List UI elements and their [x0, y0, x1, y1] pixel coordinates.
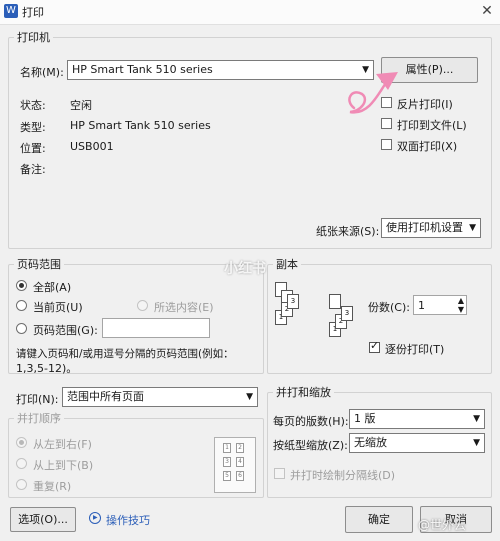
watermark-corner: @世外云 — [418, 518, 467, 532]
printer-name-label: 名称(M): — [20, 66, 64, 79]
copies-count-input[interactable]: 1 ▲ ▼ — [413, 295, 467, 315]
copies-group-label: 副本 — [273, 256, 301, 272]
pages-per-sheet-select[interactable]: 1 版 ▼ — [349, 409, 485, 429]
checkmark-icon: ✓ — [370, 339, 380, 352]
annotation-arrow-icon — [348, 72, 398, 114]
order-left-right-radio[interactable] — [16, 437, 27, 448]
watermark-center: 小红书 — [224, 261, 266, 277]
chevron-down-icon: ▼ — [473, 438, 480, 448]
range-selection-label: 所选内容(E) — [154, 301, 214, 314]
order-top-bottom-label: 从上到下(B) — [33, 459, 94, 472]
scale-select[interactable]: 无缩放 ▼ — [349, 433, 485, 453]
order-left-right-label: 从左到右(F) — [33, 438, 92, 451]
duplex-checkbox[interactable] — [381, 139, 392, 150]
collate-checkbox[interactable]: ✓ — [369, 339, 380, 353]
title-bar — [0, 0, 500, 25]
collate-pages-icon: 1 2 3 — [275, 282, 319, 342]
close-icon[interactable]: ✕ — [478, 2, 496, 20]
draw-borders-checkbox[interactable] — [274, 468, 285, 479]
type-value: HP Smart Tank 510 series — [70, 119, 211, 132]
print-order-group-label: 并打顺序 — [14, 410, 64, 426]
chevron-down-icon: ▼ — [473, 414, 480, 424]
print-what-select[interactable]: 范围中所有页面 ▼ — [62, 387, 258, 407]
order-preview-icon: 12 34 56 — [214, 437, 256, 493]
range-current-label: 当前页(U) — [33, 301, 83, 314]
range-pages-label: 页码范围(G): — [33, 324, 98, 337]
paper-source-label: 纸张来源(S): — [316, 225, 380, 238]
collate-label: 逐份打印(T) — [385, 343, 445, 356]
draw-borders-label: 并打时绘制分隔线(D) — [290, 469, 396, 482]
scale-label: 按纸型缩放(Z): — [273, 439, 348, 452]
print-what-label: 打印(N): — [16, 393, 59, 406]
location-label: 位置: — [20, 142, 46, 155]
type-label: 类型: — [20, 121, 46, 134]
spinner-arrows-icon[interactable]: ▲ ▼ — [458, 296, 464, 314]
status-value: 空闲 — [70, 99, 92, 112]
page-range-input[interactable] — [102, 318, 210, 338]
range-current-radio[interactable] — [16, 300, 27, 311]
location-value: USB001 — [70, 140, 114, 153]
order-repeat-radio[interactable] — [16, 479, 27, 490]
ok-button[interactable]: 确定 — [345, 506, 413, 533]
scale-value: 无缩放 — [354, 436, 387, 449]
tips-link[interactable]: 操作技巧 — [106, 512, 150, 528]
duplex-label: 双面打印(X) — [397, 140, 458, 153]
wps-app-icon: W — [4, 4, 18, 18]
pages-per-sheet-value: 1 版 — [354, 412, 376, 425]
printer-name-select[interactable]: HP Smart Tank 510 series ▼ — [67, 60, 374, 80]
collate-pages-icon: 1 2 3 — [329, 294, 373, 354]
pages-per-sheet-label: 每页的版数(H): — [273, 415, 349, 428]
order-top-bottom-radio[interactable] — [16, 458, 27, 469]
copies-count-value: 1 — [418, 299, 425, 312]
print-what-value: 范围中所有页面 — [67, 390, 144, 403]
range-all-radio[interactable] — [16, 280, 27, 291]
paper-source-select[interactable]: 使用打印机设置 ▼ — [381, 218, 481, 238]
paper-source-value: 使用打印机设置 — [386, 221, 463, 234]
zoom-group-label: 并打和缩放 — [273, 384, 334, 400]
chevron-down-icon: ▼ — [246, 392, 253, 402]
range-all-label: 全部(A) — [33, 281, 72, 294]
range-selection-radio[interactable] — [137, 300, 148, 311]
page-range-group-label: 页码范围 — [14, 256, 64, 272]
window-title: 打印 — [22, 6, 44, 19]
comment-label: 备注: — [20, 163, 46, 176]
copies-count-label: 份数(C): — [368, 301, 410, 314]
options-button[interactable]: 选项(O)... — [10, 507, 76, 532]
chevron-down-icon: ▼ — [469, 223, 476, 233]
order-repeat-label: 重复(R) — [33, 480, 72, 493]
printer-name-value: HP Smart Tank 510 series — [72, 63, 213, 76]
printer-group-label: 打印机 — [14, 29, 53, 45]
tips-icon: ▶ — [89, 512, 101, 524]
range-pages-radio[interactable] — [16, 323, 27, 334]
status-label: 状态: — [20, 99, 46, 112]
page-range-hint-line1: 请键入页码和/或用逗号分隔的页码范围(例如： — [16, 348, 234, 360]
page-range-hint-line2: 1,3,5-12)。 — [16, 362, 78, 375]
